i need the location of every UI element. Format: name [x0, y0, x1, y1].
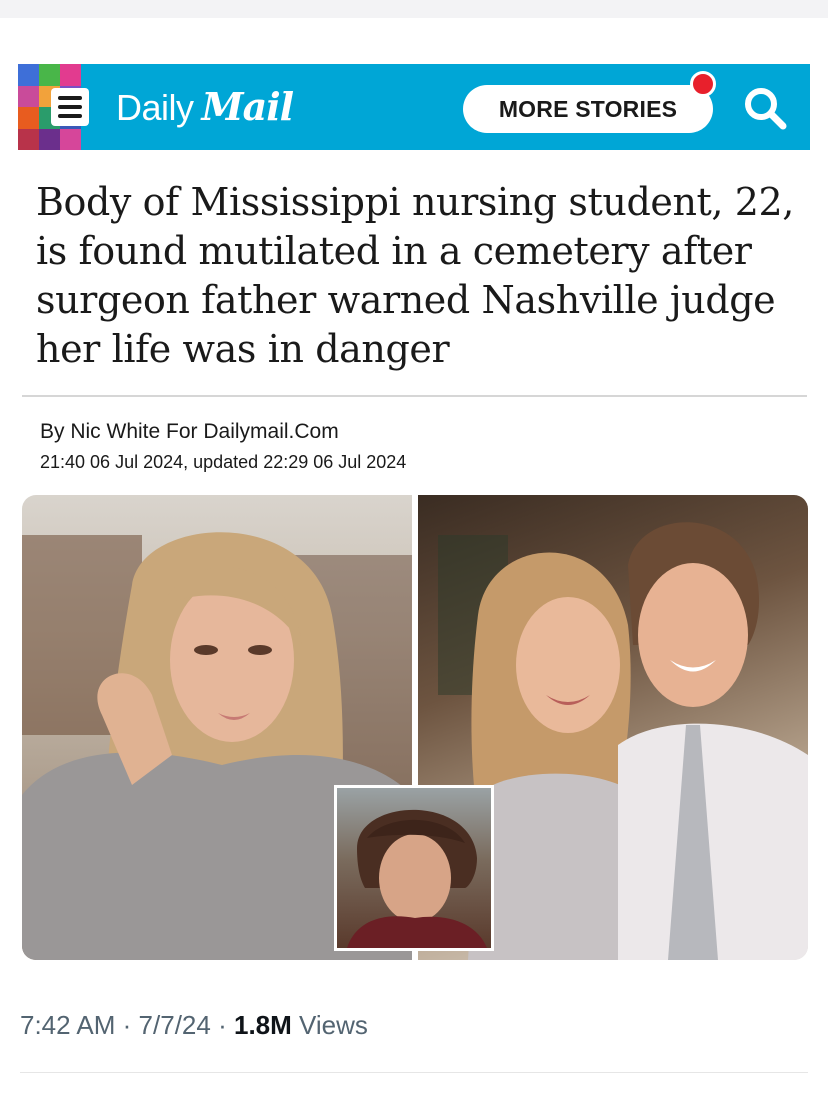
more-stories-button[interactable]: MORE STORIES: [463, 85, 713, 133]
brand-daily: Daily: [116, 87, 194, 128]
daily-mail-header: Daily Mail MORE STORIES: [18, 64, 810, 150]
post-date[interactable]: 7/7/24: [139, 1010, 211, 1040]
article-byline[interactable]: By Nic White For Dailymail.Com: [40, 420, 339, 444]
brand-mail: Mail: [201, 84, 295, 129]
post-time[interactable]: 7:42 AM: [20, 1010, 115, 1040]
meta-separator-2: ·: [218, 1010, 227, 1040]
views-label: Views: [299, 1010, 368, 1040]
daily-mail-logo[interactable]: Daily Mail: [116, 84, 295, 132]
views-count: 1.8M: [233, 1010, 292, 1040]
mugshot-inset: [334, 785, 494, 951]
notification-dot: [690, 71, 716, 97]
article-headline[interactable]: Body of Mississippi nursing student, 22,…: [36, 178, 806, 374]
article-photo[interactable]: [22, 495, 808, 960]
bottom-divider: [20, 1072, 808, 1073]
search-icon[interactable]: [740, 83, 790, 133]
top-strip: [0, 0, 828, 18]
menu-button[interactable]: [18, 64, 102, 150]
menu-icon: [51, 88, 89, 126]
meta-separator-1: ·: [122, 1010, 132, 1040]
mugshot-illustration: [347, 809, 487, 948]
article-dateline: 21:40 06 Jul 2024, updated 22:29 06 Jul …: [40, 452, 407, 472]
header-divider: [22, 395, 807, 397]
post-meta: 7:42 AM · 7/7/24 · 1.8M Views: [20, 1010, 368, 1041]
